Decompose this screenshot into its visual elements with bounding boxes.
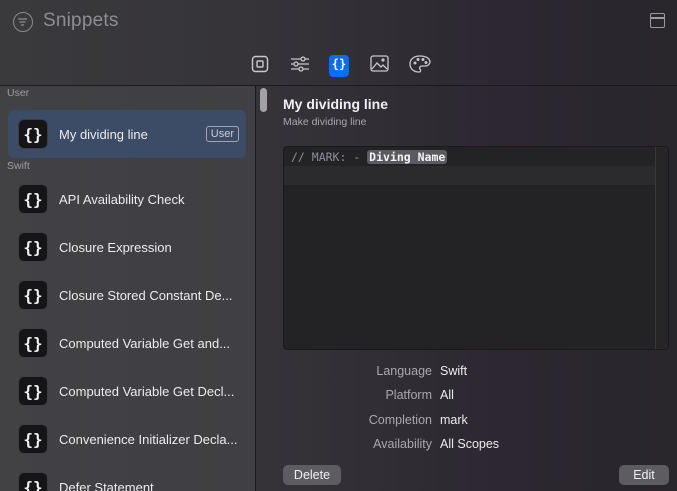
snippet-label: Computed Variable Get and... (59, 336, 231, 351)
snippets-menu-icon[interactable] (13, 12, 33, 32)
delete-button[interactable]: Delete (283, 465, 341, 485)
language-value: Swift (440, 364, 468, 378)
code-comment: // MARK: - (291, 150, 368, 164)
title-bar: Snippets (0, 0, 677, 46)
sliders-icon (290, 55, 310, 78)
availability-label: Availability (373, 437, 432, 451)
snippet-row-my-dividing-line[interactable]: {} My dividing line User (8, 110, 246, 158)
snippet-label: Convenience Initializer Decla... (59, 432, 238, 447)
completion-label: Completion (368, 413, 432, 427)
placeholder-token[interactable]: Diving Name (367, 150, 448, 164)
user-badge: User (205, 126, 239, 142)
braces-icon: {} (18, 376, 48, 406)
snippet-label: API Availability Check (59, 192, 185, 207)
braces-icon: {} (18, 424, 48, 454)
edit-button[interactable]: Edit (619, 465, 669, 485)
modifiers-tab[interactable] (289, 55, 311, 77)
snippet-list: User {} My dividing line User Swift {} A… (0, 86, 256, 491)
library-toolbar: {} (0, 46, 677, 86)
snippet-label: Defer Statement (59, 480, 154, 491)
completion-value: mark (440, 413, 468, 427)
snippet-row[interactable]: {} Closure Expression (8, 223, 246, 271)
braces-icon: {} (18, 472, 48, 491)
snippet-title: My dividing line (283, 96, 389, 112)
braces-icon: {} (18, 328, 48, 358)
sidebar-scrollbar[interactable] (260, 88, 267, 112)
snippets-window: Snippets {} User {} My dividing line Use… (0, 0, 677, 491)
window-title: Snippets (43, 10, 119, 31)
braces-icon: {} (18, 119, 48, 149)
snippets-tab[interactable]: {} (329, 55, 349, 77)
braces-icon: {} (18, 232, 48, 262)
code-preview[interactable]: // MARK: - Diving Name (283, 146, 669, 350)
media-tab[interactable] (368, 55, 390, 77)
braces-icon: {} (18, 280, 48, 310)
snippet-label: Computed Variable Get Decl... (59, 384, 235, 399)
snippet-row[interactable]: {} Convenience Initializer Decla... (8, 415, 246, 463)
snippet-row[interactable]: {} Computed Variable Get Decl... (8, 367, 246, 415)
section-header-swift: Swift (7, 160, 30, 172)
colors-tab[interactable] (408, 54, 432, 78)
platform-value: All (440, 388, 454, 402)
braces-icon: {} (18, 184, 48, 214)
snippet-label: Closure Expression (59, 240, 172, 255)
snippet-row[interactable]: {} Closure Stored Constant De... (8, 271, 246, 319)
square-icon (251, 55, 269, 78)
availability-value: All Scopes (440, 437, 500, 451)
snippet-row[interactable]: {} API Availability Check (8, 175, 246, 223)
snippet-row[interactable]: {} Defer Statement (8, 463, 246, 491)
snippet-subtitle: Make dividing line (283, 116, 367, 128)
section-header-user: User (7, 87, 30, 99)
code-line: // MARK: - Diving Name (291, 150, 448, 164)
image-icon (369, 55, 389, 77)
current-line-highlight (284, 166, 656, 185)
braces-icon: {} (332, 56, 346, 77)
snippet-label: Closure Stored Constant De... (59, 288, 233, 303)
palette-icon (409, 54, 431, 78)
snippet-row[interactable]: {} Computed Variable Get and... (8, 319, 246, 367)
svg-text:{}: {} (332, 57, 346, 71)
objects-tab[interactable] (249, 55, 271, 77)
code-scroll-gutter (655, 147, 668, 349)
library-panel-icon[interactable] (650, 13, 665, 28)
platform-label: Platform (385, 388, 432, 402)
language-label: Language (376, 364, 432, 378)
